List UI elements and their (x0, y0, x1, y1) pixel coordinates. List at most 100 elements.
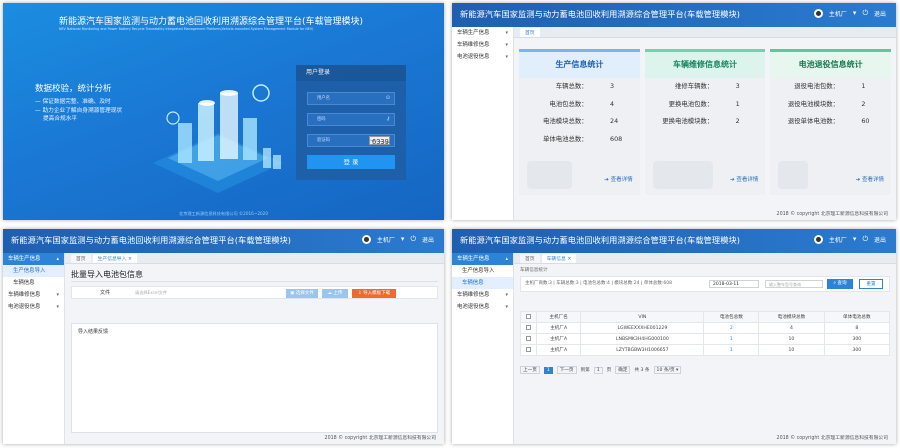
user-name[interactable]: 主机厂 (829, 235, 847, 244)
sidebar-item-retire[interactable]: 电池退役信息 ▾ (3, 301, 64, 313)
table-cell: LGWEEXXXHE001229 (580, 322, 705, 334)
login-box-title: 用户登录 (296, 65, 406, 81)
tab-home[interactable]: 首页 (520, 254, 540, 263)
sidebar-item-production[interactable]: 车辆生产信息 ▾ (452, 27, 513, 39)
chevron-down-icon: ▾ (505, 304, 508, 310)
avatar[interactable] (361, 235, 371, 244)
confirm-button[interactable]: 确定 (615, 366, 631, 374)
login-button[interactable]: 登 录 (307, 155, 395, 169)
login-slogan: 数据校验，统计分析 — 保证数据完整、准确、及时 — 助力企业了解自身溯源管理现… (35, 82, 122, 124)
close-icon: × (127, 257, 132, 262)
search-input[interactable]: 输入整车型号查询 (765, 280, 823, 288)
password-field[interactable]: 密码 ⚷ (307, 113, 395, 126)
pagination: 上一页 1 下一页 到第 1 页 确定 共 3 条 10 条/页 ▾ (520, 366, 682, 374)
column-header[interactable]: 电池包总数 (703, 311, 760, 323)
reset-button[interactable]: 重置 (859, 279, 883, 289)
column-header[interactable]: 单体电池总数 (823, 311, 891, 323)
sidebar-item-vehicle[interactable]: 车辆信息 (3, 277, 64, 289)
total-count: 共 3 条 (634, 368, 650, 373)
view-details-link[interactable]: ➔ 查看详情 (856, 175, 884, 183)
stat-row: 退役电池模块数： 2 (787, 99, 866, 108)
logout-link[interactable]: 退出 (874, 9, 886, 18)
table-row: 主机厂A LNBSMK3H4HG000100 1 10 300 (520, 333, 891, 345)
divider (71, 281, 438, 282)
stat-row: 电池包总数： 4 (549, 99, 615, 108)
table-cell: 主机厂A (535, 344, 582, 356)
sidebar-item-import[interactable]: 生产信息导入 (3, 265, 64, 277)
tab-vehicle[interactable]: 车辆信息 × (541, 254, 577, 263)
chevron-down-icon[interactable]: ▾ (853, 10, 857, 17)
logout-link[interactable]: 退出 (422, 235, 434, 244)
table-cell: 主机厂A (535, 322, 582, 334)
column-header[interactable]: 主机厂名 (535, 311, 582, 323)
sidebar-item-repair[interactable]: 车辆维修信息 ▾ (452, 289, 513, 301)
download-template-button[interactable]: ⇩ 导入模板下载 (352, 289, 396, 298)
search-button[interactable]: ⌕ 查询 (827, 279, 853, 289)
sidebar-item-vehicle[interactable]: 车辆信息 (452, 277, 513, 289)
logout-link[interactable]: 退出 (874, 235, 886, 244)
power-icon[interactable]: ⏻ (862, 10, 868, 17)
stat-row: 更换电池包数： 1 (668, 99, 740, 108)
avatar[interactable] (813, 235, 823, 244)
slogan-line: 提高合规水平 (43, 116, 78, 122)
select-all-checkbox[interactable] (520, 311, 537, 323)
table-cell-link[interactable]: 1 (703, 344, 760, 356)
sidebar-item-production[interactable]: 车辆生产信息 ▴ (3, 253, 64, 265)
avatar[interactable] (813, 9, 823, 18)
goto-page-input[interactable]: 1 (593, 366, 603, 374)
chevron-up-icon: ▴ (505, 256, 508, 262)
power-icon[interactable]: ⏻ (862, 236, 868, 243)
import-result-box[interactable]: 导入结果反馈 (71, 323, 438, 433)
sidebar-item-production[interactable]: 车辆生产信息 ▴ (452, 253, 513, 265)
user-name[interactable]: 主机厂 (377, 235, 395, 244)
tab-home[interactable]: 首页 (71, 254, 91, 263)
page-size-select[interactable]: 10 条/页 ▾ (653, 366, 682, 374)
sidebar-item-retire[interactable]: 电池退役信息 ▾ (452, 51, 513, 63)
choose-file-button[interactable]: ▣ 选择文件 (286, 289, 318, 298)
sidebar-item-repair[interactable]: 车辆维修信息 ▾ (452, 39, 513, 51)
username-field[interactable]: 用户名 ⊙ (307, 92, 395, 105)
table-row: 主机厂A LGWEEXXXHE001229 2 4 8 (520, 322, 891, 334)
stat-row: 单体电池总数： 608 (542, 134, 623, 143)
tab-bar: 首页 车辆信息 × (514, 253, 896, 264)
sidebar-item-retire[interactable]: 电池退役信息 ▾ (452, 301, 513, 313)
arrow-right-icon: ➔ (604, 177, 609, 183)
file-upload-row: 文件 请选择Excel文件 ▣ 选择文件 ☁ 上传 ⇩ 导入模板下载 (71, 286, 438, 299)
app-title: 新能源汽车国家监测与动力蓄电池回收利用溯源综合管理平台(车载管理模块) (460, 235, 741, 245)
summary-text: 主机厂商数:3 | 车辆总数:3 | 电池包总数:4 | 模块总数:24 | 单… (525, 281, 672, 286)
login-box: 用户登录 用户名 ⊙ 密码 ⚷ 验证码 6339 登 录 (296, 65, 406, 180)
table-cell-link[interactable]: 2 (703, 322, 760, 334)
captcha-field[interactable]: 验证码 6339 (307, 134, 395, 147)
user-name[interactable]: 主机厂 (829, 9, 847, 18)
tab-home[interactable]: 首页 (520, 28, 540, 37)
next-page-button[interactable]: 下一页 (556, 366, 577, 374)
view-details-link[interactable]: ➔ 查看详情 (604, 175, 632, 183)
tab-import[interactable]: 生产信息导入 × (92, 254, 137, 263)
sidebar-item-import[interactable]: 生产信息导入 (452, 265, 513, 277)
view-details-link[interactable]: ➔ 查看详情 (730, 175, 758, 183)
table-row: 主机厂A LZYTBGBW3H1006657 1 10 300 (520, 344, 891, 356)
captcha-image[interactable]: 6339 (369, 136, 392, 146)
arrow-right-icon: ➔ (855, 177, 861, 183)
file-input[interactable]: 请选择Excel文件 (132, 288, 297, 297)
page-number[interactable]: 1 (543, 366, 553, 374)
column-header[interactable]: 电池模块总数 (758, 311, 825, 323)
power-icon[interactable]: ⏻ (410, 236, 416, 243)
prev-page-button[interactable]: 上一页 (520, 366, 540, 374)
card-title: 电池退役信息统计 (770, 52, 892, 78)
sidebar-item-repair[interactable]: 车辆维修信息 ▾ (3, 289, 64, 301)
chevron-down-icon: ▾ (676, 368, 679, 373)
chevron-down-icon: ▾ (505, 30, 508, 36)
date-input[interactable]: 2018-03-11 (709, 280, 759, 288)
vehicle-table: 主机厂名 VIN 电池包总数 电池模块总数 单体电池总数 主机厂A LGWEEX… (520, 311, 891, 356)
table-cell-link[interactable]: 1 (703, 333, 760, 345)
chevron-down-icon[interactable]: ▾ (401, 236, 405, 243)
sidebar: 车辆生产信息 ▴ 生产信息导入 车辆信息 车辆维修信息 ▾ 电池退役信息 ▾ (452, 253, 514, 444)
upload-button[interactable]: ☁ 上传 (322, 289, 348, 298)
row-checkbox[interactable] (520, 333, 537, 345)
page-label: 页 (606, 368, 612, 373)
column-header[interactable]: VIN (580, 311, 705, 323)
chevron-down-icon[interactable]: ▾ (853, 236, 857, 243)
row-checkbox[interactable] (520, 322, 537, 334)
row-checkbox[interactable] (520, 344, 537, 356)
